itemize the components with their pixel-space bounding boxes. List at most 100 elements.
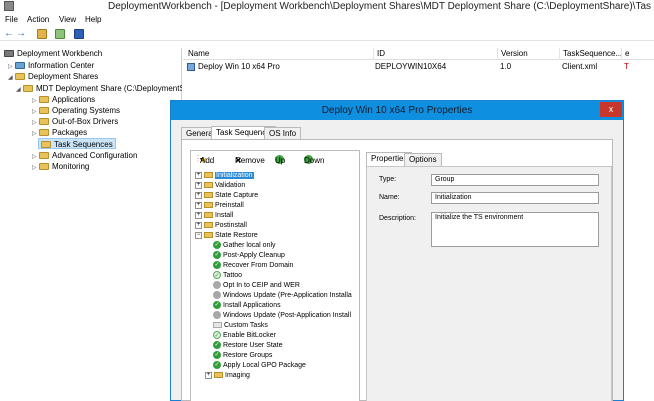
properties-form: Type: Group Name: Initialization Descrip… xyxy=(366,166,612,401)
step-group[interactable]: + Preinstall xyxy=(195,201,244,211)
table-row[interactable]: Deploy Win 10 x64 Pro DEPLOYWIN10X64 1.0… xyxy=(183,61,654,73)
folder-icon xyxy=(15,73,25,81)
dropdown-arrow-icon: ▾ xyxy=(200,157,204,163)
step-item[interactable]: Windows Update (Post-Application Install xyxy=(213,311,359,321)
menu-help[interactable]: Help xyxy=(85,14,101,26)
help-icon[interactable] xyxy=(74,29,84,39)
column-template[interactable]: TaskSequence... xyxy=(559,48,622,60)
folder-icon xyxy=(214,372,223,379)
step-item[interactable]: ✓ Gather local only xyxy=(213,241,276,251)
close-button[interactable]: x xyxy=(600,102,622,117)
chevron-down-icon: ◢ xyxy=(16,87,21,93)
back-arrow-icon[interactable]: ← xyxy=(4,28,14,39)
toolbar: ← → xyxy=(0,27,654,41)
name-label: Name: xyxy=(379,194,400,201)
row-extra: T xyxy=(624,62,629,71)
title-bar: DeploymentWorkbench - [Deployment Workbe… xyxy=(0,0,654,13)
step-group[interactable]: + Install xyxy=(195,211,233,221)
description-field[interactable]: Initialize the TS environment xyxy=(431,212,599,247)
column-extra[interactable]: e xyxy=(621,48,654,60)
folder-icon xyxy=(39,129,49,137)
step-item[interactable]: Opt In to CEIP and WER xyxy=(213,281,300,291)
navigation-tree: Deployment Workbench ▷ Information Center… xyxy=(0,48,182,401)
expand-icon: + xyxy=(195,181,202,189)
step-group[interactable]: + State Capture xyxy=(195,191,258,201)
step-item[interactable]: ✓ Install Applications xyxy=(213,301,281,311)
tree-item-monitoring[interactable]: ▷ Monitoring xyxy=(32,161,89,172)
column-version[interactable]: Version xyxy=(497,48,559,60)
expand-icon: + xyxy=(195,191,202,199)
dialog-title: Deploy Win 10 x64 Pro Properties xyxy=(321,105,473,116)
step-tree-pane: ⋮ ✱ Add ▾ ✕ Remove Up Down + Initializati… xyxy=(190,150,360,401)
step-item[interactable]: ✓ Post-Apply Cleanup xyxy=(213,251,285,261)
folder-icon xyxy=(204,172,213,179)
step-group[interactable]: Custom Tasks xyxy=(213,321,268,331)
menu-action[interactable]: Action xyxy=(27,14,49,26)
info-icon xyxy=(15,62,25,70)
tree-item-deployment-shares[interactable]: ◢ Deployment Shares xyxy=(8,71,98,82)
tree-item-operating-systems[interactable]: ▷ Operating Systems xyxy=(32,105,120,116)
column-name[interactable]: Name xyxy=(185,48,373,60)
tree-item-packages[interactable]: ▷ Packages xyxy=(32,127,87,138)
check-icon: ✓ xyxy=(213,301,221,310)
expand-icon: + xyxy=(195,221,202,229)
tree-item-applications[interactable]: ▷ Applications xyxy=(32,94,95,105)
forward-arrow-icon[interactable]: → xyxy=(16,28,26,39)
row-name: Deploy Win 10 x64 Pro xyxy=(198,62,280,71)
show-hide-tree-icon[interactable] xyxy=(55,29,65,39)
list-header: Name ID Version TaskSequence... e xyxy=(183,48,654,60)
folder-icon xyxy=(23,85,33,93)
step-group[interactable]: − State Restore xyxy=(195,231,258,241)
step-item[interactable]: ✓ Apply Local GPO Package xyxy=(213,361,306,371)
check-icon: ✓ xyxy=(213,341,221,350)
step-toolbar: ⋮ ✱ Add ▾ ✕ Remove Up Down xyxy=(194,154,325,165)
folder-icon xyxy=(39,118,49,126)
tree-item-drivers[interactable]: ▷ Out-of-Box Drivers xyxy=(32,116,118,127)
tree-item-advanced-configuration[interactable]: ▷ Advanced Configuration xyxy=(32,150,137,161)
description-label: Description: xyxy=(379,215,416,222)
folder-icon xyxy=(39,107,49,115)
folder-icon xyxy=(204,202,213,209)
type-field: Group xyxy=(431,174,599,186)
name-field[interactable]: Initialization xyxy=(431,192,599,204)
step-item[interactable]: ✓ Tattoo xyxy=(213,271,242,281)
type-label: Type: xyxy=(379,176,397,183)
tree-item-root[interactable]: Deployment Workbench xyxy=(4,48,102,59)
properties-dialog: Deploy Win 10 x64 Pro Properties x Gener… xyxy=(170,100,624,401)
check-icon: ✓ xyxy=(213,331,221,340)
disabled-step-icon xyxy=(213,281,221,290)
task-sequence-panel: ⋮ ✱ Add ▾ ✕ Remove Up Down + Initializati… xyxy=(181,139,613,401)
chevron-down-icon: ◢ xyxy=(8,75,13,81)
tree-item-task-sequences[interactable]: Task Sequences xyxy=(38,138,116,149)
expand-icon: + xyxy=(205,371,212,379)
tree-item-mdt-share[interactable]: ◢ MDT Deployment Share (C:\DeploymentS xyxy=(16,83,182,94)
workbench-icon xyxy=(4,50,14,58)
app-icon xyxy=(4,1,14,11)
folder-icon xyxy=(39,96,49,104)
up-folder-icon[interactable] xyxy=(37,29,47,39)
menu-view[interactable]: View xyxy=(59,14,76,26)
step-item[interactable]: ✓ Restore Groups xyxy=(213,351,272,361)
step-group[interactable]: + Postinstall xyxy=(195,221,247,231)
tab-options[interactable]: Options xyxy=(404,153,442,166)
step-item[interactable]: ✓ Enable BitLocker xyxy=(213,331,276,341)
step-group[interactable]: + Initialization xyxy=(195,171,254,181)
expand-icon: + xyxy=(195,171,202,179)
app-window: DeploymentWorkbench - [Deployment Workbe… xyxy=(0,0,654,401)
chevron-right-icon: ▷ xyxy=(32,165,37,171)
check-icon: ✓ xyxy=(213,361,221,370)
step-item[interactable]: ✓ Recover From Domain xyxy=(213,261,293,271)
column-id[interactable]: ID xyxy=(373,48,497,60)
step-item[interactable]: ✓ Restore User State xyxy=(213,341,283,351)
folder-icon xyxy=(204,232,213,239)
step-properties-pane: Properties Options Type: Group Name: Ini… xyxy=(366,150,612,401)
row-version: 1.0 xyxy=(500,62,512,71)
menu-file[interactable]: File xyxy=(5,14,18,26)
row-template: Client.xml xyxy=(562,62,598,71)
step-group[interactable]: + Imaging xyxy=(205,371,250,381)
step-item[interactable]: Windows Update (Pre-Application Installa xyxy=(213,291,359,301)
task-sequence-icon xyxy=(187,63,195,71)
folder-icon xyxy=(204,212,213,219)
step-group[interactable]: + Validation xyxy=(195,181,245,191)
tree-item-information-center[interactable]: ▷ Information Center xyxy=(8,60,94,71)
